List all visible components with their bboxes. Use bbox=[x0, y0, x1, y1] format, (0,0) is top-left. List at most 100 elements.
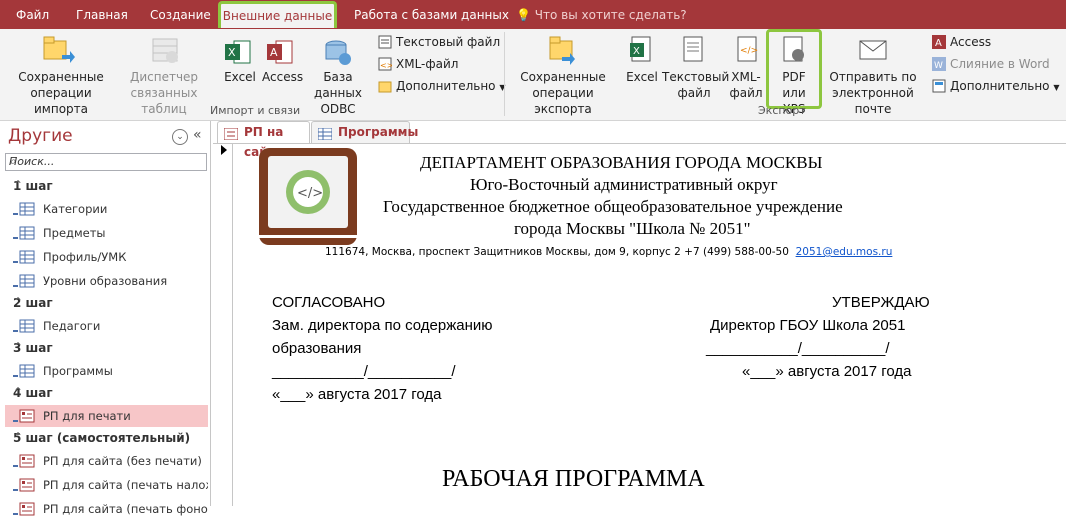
nav-item-label: Профиль/УМК bbox=[43, 250, 127, 264]
nav-item[interactable]: Программы bbox=[5, 360, 208, 382]
menu-create[interactable]: Создание bbox=[150, 8, 211, 22]
right-block-line-4: «___» августа 2017 года bbox=[742, 363, 912, 380]
svg-text:W: W bbox=[934, 61, 943, 71]
saved-imports-icon bbox=[42, 35, 76, 70]
right-block-line-2: Директор ГБОУ Школа 2051 bbox=[710, 317, 906, 334]
nav-section-header[interactable]: 5 шаг (самостоятельный) ⌃ bbox=[5, 429, 208, 449]
tell-me-label: Что вы хотите сделать? bbox=[534, 8, 687, 22]
excel-import-label: Excel bbox=[224, 70, 256, 84]
svg-text:A: A bbox=[270, 46, 278, 59]
excel-export-button[interactable]: Excel bbox=[624, 69, 660, 85]
odbc-button[interactable]: База данных ODBC bbox=[302, 69, 374, 117]
table-icon bbox=[13, 202, 35, 216]
word-merge-button[interactable]: W Слияние в Word bbox=[932, 55, 1050, 73]
linked-table-manager-icon bbox=[150, 35, 180, 68]
collapse-chevron-icon[interactable]: ⌃ bbox=[13, 178, 198, 192]
excel-import-button[interactable]: Excel bbox=[222, 69, 258, 85]
collapse-chevron-icon[interactable]: ⌃ bbox=[13, 295, 198, 309]
nav-section-header[interactable]: 3 шаг ⌃ bbox=[5, 339, 208, 359]
text-file-label: Текстовый файл bbox=[396, 35, 501, 49]
svg-text:X: X bbox=[228, 46, 236, 59]
table-icon bbox=[13, 364, 35, 378]
saved-imports-label: Сохраненные операции импорта bbox=[18, 70, 104, 116]
nav-item-label: Предметы bbox=[43, 226, 106, 240]
nav-item-label: РП для сайта (печать налож… bbox=[43, 478, 208, 492]
nav-item[interactable]: Уровни образования bbox=[5, 270, 208, 292]
table-icon bbox=[317, 126, 333, 141]
word-icon: W bbox=[932, 57, 946, 71]
document-title: РАБОЧАЯ ПРОГРАММА bbox=[442, 466, 705, 492]
saved-exports-button[interactable]: Сохраненные операции экспорта bbox=[508, 69, 618, 117]
nav-item[interactable]: Категории bbox=[5, 198, 208, 220]
xml-file-icon: <> bbox=[378, 57, 393, 71]
menu-home[interactable]: Главная bbox=[76, 8, 128, 22]
ribbon: Сохраненные операции импорта Диспетчер с… bbox=[0, 29, 1066, 121]
nav-item[interactable]: РП для сайта (печать фоном) bbox=[5, 498, 208, 520]
left-block-line-1: СОГЛАСОВАНО bbox=[272, 294, 386, 311]
linked-table-manager-button[interactable]: Диспетчер связанных таблиц bbox=[124, 69, 204, 117]
report-icon bbox=[13, 502, 35, 516]
nav-item[interactable]: Предметы bbox=[5, 222, 208, 244]
collapse-chevron-icon[interactable]: ⌃ bbox=[13, 430, 198, 444]
header-line-2: Юго-Восточный административный округ bbox=[470, 175, 778, 194]
left-block-line-5: «___» августа 2017 года bbox=[272, 386, 442, 403]
xml-export-button[interactable]: XML-файл bbox=[728, 69, 764, 101]
nav-search-input[interactable]: Поиск... ⌕ bbox=[5, 153, 207, 171]
linked-table-manager-label: Диспетчер связанных таблиц bbox=[129, 70, 199, 116]
search-icon[interactable]: ⌕ bbox=[9, 154, 204, 169]
menu-database-tools[interactable]: Работа с базами данных bbox=[354, 8, 509, 22]
collapse-chevron-icon[interactable]: ⌃ bbox=[13, 385, 198, 399]
header-line-4: города Москвы "Школа № 2051" bbox=[514, 219, 751, 238]
nav-section-header[interactable]: 1 шаг ⌃ bbox=[5, 177, 208, 197]
header-line-3: Государственное бюджетное общеобразовате… bbox=[383, 197, 843, 216]
nav-item[interactable]: Педагоги bbox=[5, 315, 208, 337]
nav-item-label: Программы bbox=[43, 364, 113, 378]
text-export-label: Текстовый файл bbox=[662, 70, 730, 100]
table-icon bbox=[13, 319, 35, 333]
email-button[interactable]: Отправить по электронной почте bbox=[820, 69, 926, 117]
more-export-label: Дополнительно bbox=[950, 79, 1050, 93]
collapse-chevron-icon[interactable]: ⌃ bbox=[13, 340, 198, 354]
pdf-highlight-frame bbox=[766, 29, 822, 109]
odbc-label: База данных ODBC bbox=[314, 70, 362, 116]
report-icon bbox=[13, 454, 35, 468]
xml-file-import-button[interactable]: <> XML-файл bbox=[378, 55, 458, 73]
text-export-button[interactable]: Текстовый файл bbox=[662, 69, 730, 101]
tab-label: Программы bbox=[338, 125, 419, 139]
nav-item[interactable]: РП для сайта (печать налож… bbox=[5, 474, 208, 496]
word-merge-label: Слияние в Word bbox=[950, 57, 1050, 71]
more-import-button[interactable]: Дополнительно ▼ bbox=[378, 77, 506, 95]
nav-item[interactable]: РП для печати bbox=[5, 405, 208, 427]
code-icon: </> bbox=[286, 170, 330, 214]
ribbon-separator bbox=[504, 32, 505, 116]
nav-item[interactable]: РП для сайта (без печати) bbox=[5, 450, 208, 472]
tab-rp-na-sait[interactable]: РП на сайт bbox=[217, 121, 310, 159]
nav-section-header[interactable]: 4 шаг ⌃ bbox=[5, 384, 208, 404]
xml-export-icon: </> bbox=[734, 35, 762, 70]
nav-section-header[interactable]: 2 шаг ⌃ bbox=[5, 294, 208, 314]
nav-menu-chevron-icon[interactable]: ⌄ bbox=[172, 129, 188, 145]
nav-item[interactable]: Профиль/УМК bbox=[5, 246, 208, 268]
more-export-button[interactable]: Дополнительно ▼ bbox=[932, 77, 1060, 95]
left-block-line-4: ___________/__________/ bbox=[272, 363, 456, 380]
school-email-link[interactable]: 2051@edu.mos.ru bbox=[796, 246, 893, 258]
document-tabs: РП на сайт Программы bbox=[213, 121, 1066, 159]
collapse-pane-icon[interactable]: « bbox=[193, 127, 202, 143]
nav-pane-title[interactable]: Другие bbox=[8, 126, 73, 146]
saved-imports-button[interactable]: Сохраненные операции импорта bbox=[6, 69, 116, 117]
excel-export-label: Excel bbox=[626, 70, 658, 84]
text-export-icon bbox=[680, 35, 708, 70]
menu-file[interactable]: Файл bbox=[16, 8, 49, 22]
document-left-border bbox=[232, 143, 233, 506]
access-import-label: Access bbox=[262, 70, 304, 84]
tab-programmy[interactable]: Программы bbox=[311, 121, 418, 143]
menu-external-data[interactable]: Внешние данные bbox=[218, 1, 337, 28]
report-icon bbox=[223, 126, 239, 141]
access-import-button[interactable]: Access bbox=[262, 69, 304, 85]
left-block-line-2: Зам. директора по содержанию bbox=[272, 317, 493, 334]
nav-item-label: Уровни образования bbox=[43, 274, 168, 288]
text-file-import-button[interactable]: Текстовый файл bbox=[378, 33, 500, 51]
table-icon bbox=[13, 250, 35, 264]
access-export-button[interactable]: A Access bbox=[932, 33, 991, 51]
tell-me-box[interactable]: 💡 Что вы хотите сделать? bbox=[516, 8, 687, 22]
